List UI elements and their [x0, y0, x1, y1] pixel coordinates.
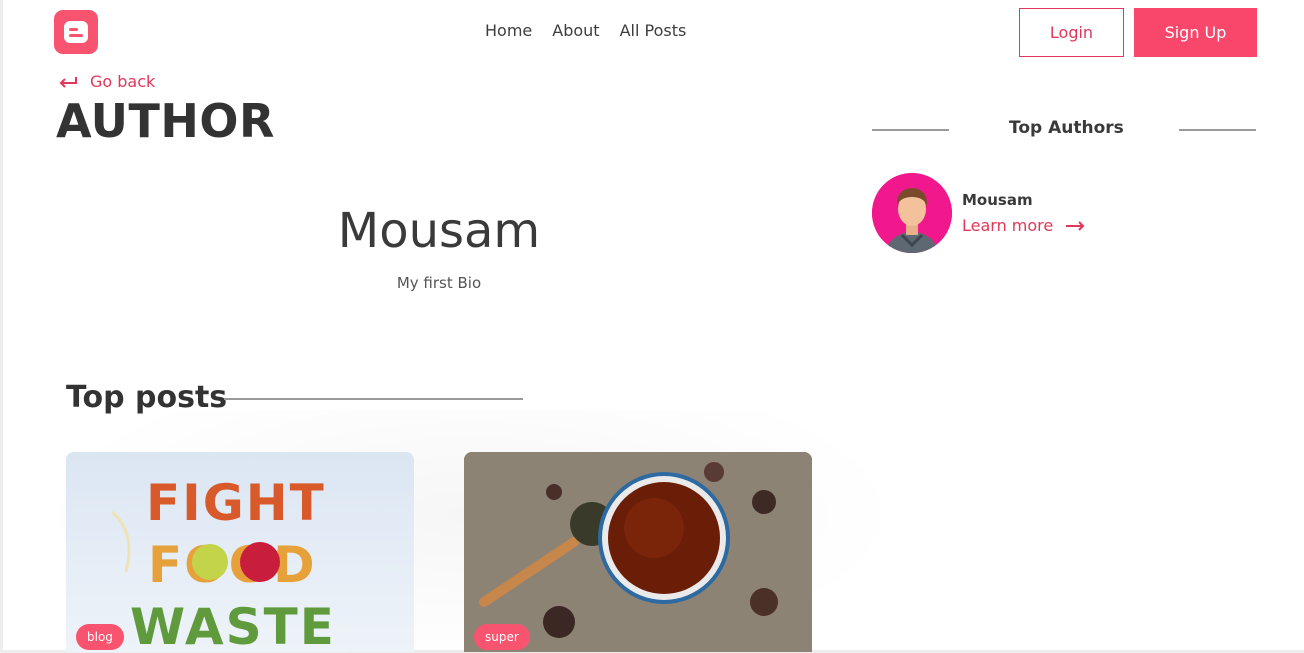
learn-more-link[interactable]: Learn more	[962, 216, 1085, 235]
author-bio: My first Bio	[396, 274, 482, 292]
post-card-image[interactable]	[464, 452, 812, 652]
nav-home-link[interactable]: Home	[485, 21, 532, 40]
go-back-label: Go back	[90, 72, 156, 91]
login-button[interactable]: Login	[1019, 8, 1124, 57]
top-authors-divider-left	[872, 129, 949, 131]
image-word-1: FIGHT	[146, 474, 326, 532]
author-avatar[interactable]	[872, 173, 952, 253]
arrow-right-icon	[1066, 220, 1085, 231]
author-name: Mousam	[337, 203, 541, 259]
post-tag-badge[interactable]: super	[474, 624, 530, 650]
learn-more-label: Learn more	[962, 216, 1054, 235]
signup-button[interactable]: Sign Up	[1134, 8, 1257, 57]
go-back-link[interactable]: Go back	[58, 72, 155, 91]
top-posts-title: Top posts	[66, 380, 228, 415]
top-authors-divider-right	[1179, 129, 1256, 131]
post-image-food-waste: FIGHT FOOD WASTE	[66, 452, 414, 652]
page-title: AUTHOR	[56, 94, 275, 148]
top-posts-divider	[224, 398, 523, 400]
arrow-left-return-icon	[59, 76, 77, 88]
nav-about-link[interactable]: About	[552, 21, 599, 40]
main-nav: Home About All Posts	[485, 21, 686, 40]
post-image-tea	[464, 452, 812, 652]
top-authors-title: Top Authors	[1009, 118, 1124, 138]
top-author-name: Mousam	[962, 191, 1033, 209]
blogger-logo-icon[interactable]	[54, 10, 98, 54]
image-word-3: WASTE	[130, 598, 336, 652]
nav-all-posts-link[interactable]: All Posts	[620, 21, 687, 40]
avatar-illustration-icon	[872, 173, 952, 253]
post-card-image[interactable]: FIGHT FOOD WASTE	[66, 452, 414, 652]
image-word-2: FOOD	[148, 536, 317, 594]
post-tag-badge[interactable]: blog	[76, 624, 124, 650]
